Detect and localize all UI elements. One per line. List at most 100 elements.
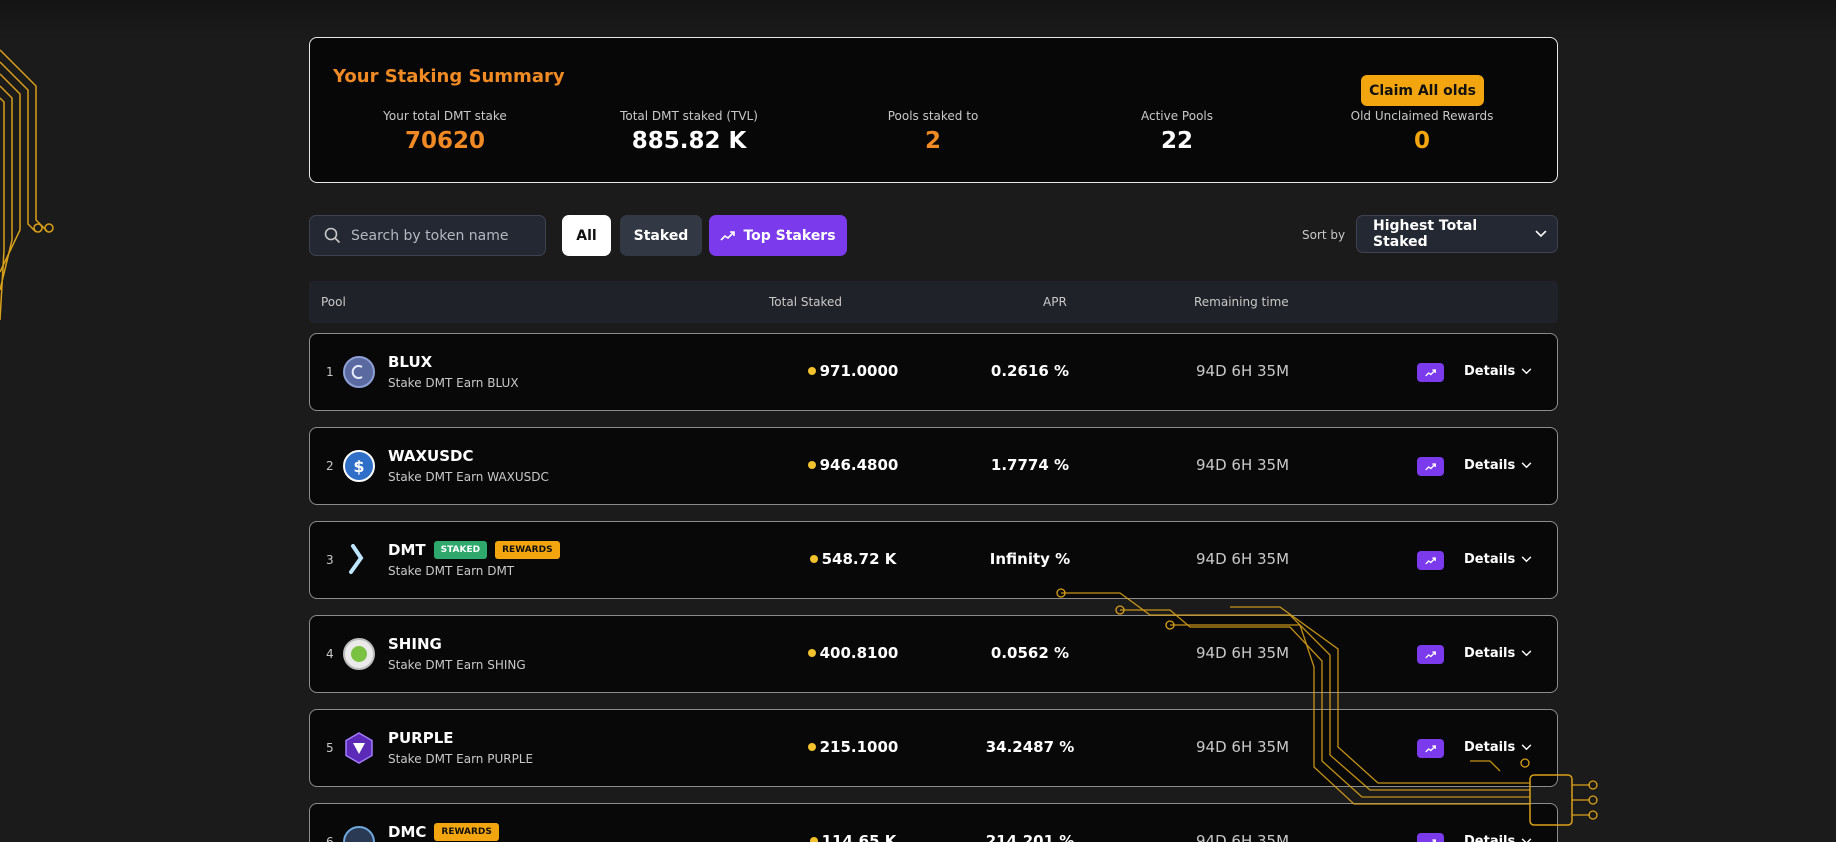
total-staked-value: 946.4800 bbox=[773, 456, 933, 474]
total-staked-text: 114.65 K bbox=[821, 832, 897, 842]
stat-label: Active Pools bbox=[1140, 109, 1213, 123]
remaining-time: 94D 6H 35M bbox=[1196, 362, 1290, 380]
rewards-badge: REWARDS bbox=[434, 823, 499, 841]
row-rank: 5 bbox=[326, 741, 334, 755]
token-name: SHING bbox=[388, 635, 442, 653]
details-toggle[interactable]: Details bbox=[1464, 646, 1532, 661]
filter-top-stakers-label: Top Stakers bbox=[743, 227, 836, 244]
coin-dot-icon bbox=[807, 367, 816, 375]
trending-up-icon bbox=[1425, 650, 1436, 658]
apr-value: 214.201 % bbox=[985, 832, 1075, 842]
claim-all-button[interactable]: Claim All olds bbox=[1361, 75, 1484, 106]
total-staked-value: 400.8100 bbox=[773, 644, 933, 662]
table-row[interactable]: 1 BLUX Stake DMT Earn BLUX 971.0000 0.26… bbox=[309, 333, 1558, 411]
token-name-text: DMT bbox=[388, 541, 426, 559]
remaining-time: 94D 6H 35M bbox=[1196, 550, 1290, 568]
stat-total-stake: Your total DMT stake 70620 bbox=[345, 109, 545, 156]
coin-dot-icon bbox=[807, 743, 816, 751]
top-stakers-row-button[interactable] bbox=[1417, 833, 1444, 842]
token-name: DMT STAKED REWARDS bbox=[388, 541, 560, 559]
apr-value: 0.2616 % bbox=[990, 362, 1070, 380]
top-stakers-row-button[interactable] bbox=[1417, 551, 1444, 570]
dmc-token-icon bbox=[343, 826, 375, 842]
stat-value: 70620 bbox=[404, 128, 486, 154]
total-staked-text: 946.4800 bbox=[819, 456, 899, 474]
main-container: Your Staking Summary Claim All olds Your… bbox=[309, 37, 1558, 842]
header-pool: Pool bbox=[321, 295, 346, 309]
header-total-staked: Total Staked bbox=[769, 295, 843, 309]
table-header: Pool Total Staked APR Remaining time bbox=[309, 281, 1558, 323]
coin-dot-icon bbox=[807, 461, 816, 469]
token-subtitle: Stake DMT Earn PURPLE bbox=[388, 752, 534, 766]
top-stakers-row-button[interactable] bbox=[1417, 363, 1444, 382]
chevron-down-icon bbox=[1535, 230, 1547, 238]
table-row[interactable]: 2 $ WAXUSDC Stake DMT Earn WAXUSDC 946.4… bbox=[309, 427, 1558, 505]
circuit-decoration-left bbox=[0, 49, 54, 321]
purple-token-icon bbox=[343, 732, 375, 764]
token-name-text: DMC bbox=[388, 823, 427, 841]
table-row[interactable]: 6 DMC REWARDS 114.65 K 214.201 % 94D 6H … bbox=[309, 803, 1558, 842]
stat-pools-staked: Pools staked to 2 bbox=[833, 109, 1033, 156]
trending-up-icon bbox=[1425, 368, 1436, 376]
token-name-text: WAXUSDC bbox=[388, 447, 474, 465]
token-name: BLUX bbox=[388, 353, 432, 371]
total-staked-text: 215.1000 bbox=[819, 738, 899, 756]
search-box[interactable] bbox=[309, 215, 546, 256]
top-stakers-row-button[interactable] bbox=[1417, 645, 1444, 664]
token-subtitle: Stake DMT Earn BLUX bbox=[388, 376, 519, 390]
row-rank: 2 bbox=[326, 459, 334, 473]
details-label: Details bbox=[1464, 646, 1516, 661]
blux-token-icon bbox=[343, 356, 375, 388]
token-subtitle: Stake DMT Earn SHING bbox=[388, 658, 526, 672]
token-name-text: SHING bbox=[388, 635, 442, 653]
trending-up-icon bbox=[1425, 556, 1436, 564]
details-toggle[interactable]: Details bbox=[1464, 834, 1532, 842]
stat-unclaimed-rewards: Old Unclaimed Rewards 0 bbox=[1322, 109, 1522, 156]
chevron-down-icon bbox=[1521, 838, 1532, 842]
token-name: PURPLE bbox=[388, 729, 454, 747]
header-remaining: Remaining time bbox=[1194, 295, 1289, 309]
top-stakers-row-button[interactable] bbox=[1417, 739, 1444, 758]
details-label: Details bbox=[1464, 834, 1516, 842]
total-staked-value: 971.0000 bbox=[773, 362, 933, 380]
trending-up-icon bbox=[1425, 744, 1436, 752]
token-subtitle: Stake DMT Earn WAXUSDC bbox=[388, 470, 549, 484]
token-subtitle: Stake DMT Earn DMT bbox=[388, 564, 515, 578]
details-toggle[interactable]: Details bbox=[1464, 458, 1532, 473]
chevron-down-icon bbox=[1521, 650, 1532, 657]
token-name: WAXUSDC bbox=[388, 447, 474, 465]
filter-all-button[interactable]: All bbox=[562, 215, 611, 256]
total-staked-text: 971.0000 bbox=[819, 362, 899, 380]
details-toggle[interactable]: Details bbox=[1464, 552, 1532, 567]
sort-label: Sort by bbox=[1302, 228, 1346, 242]
top-stakers-row-button[interactable] bbox=[1417, 457, 1444, 476]
stat-label: Old Unclaimed Rewards bbox=[1350, 109, 1494, 123]
total-staked-text: 400.8100 bbox=[819, 644, 899, 662]
dmt-token-icon bbox=[343, 544, 375, 576]
sort-selected-value: Highest Total Staked bbox=[1373, 218, 1478, 250]
stat-value: 885.82 K bbox=[631, 128, 747, 154]
search-input[interactable] bbox=[351, 227, 531, 244]
filter-toolbar: All Staked Top Stakers Sort by Highest T… bbox=[309, 215, 1558, 257]
apr-value: 34.2487 % bbox=[985, 738, 1075, 756]
details-toggle[interactable]: Details bbox=[1464, 740, 1532, 755]
sort-select[interactable]: Highest Total Staked bbox=[1356, 215, 1558, 253]
remaining-time: 94D 6H 35M bbox=[1196, 738, 1290, 756]
row-rank: 3 bbox=[326, 553, 334, 567]
shing-token-icon bbox=[343, 638, 375, 670]
table-row[interactable]: 4 SHING Stake DMT Earn SHING 400.8100 0.… bbox=[309, 615, 1558, 693]
filter-staked-button[interactable]: Staked bbox=[620, 215, 702, 256]
table-row[interactable]: 5 PURPLE Stake DMT Earn PURPLE 215.1000 … bbox=[309, 709, 1558, 787]
chevron-down-icon bbox=[1521, 744, 1532, 751]
summary-title: Your Staking Summary bbox=[333, 66, 565, 87]
trending-up-icon bbox=[1425, 462, 1436, 470]
stat-label: Pools staked to bbox=[887, 109, 979, 123]
filter-top-stakers-button[interactable]: Top Stakers bbox=[709, 215, 847, 256]
trending-up-icon bbox=[1428, 838, 1436, 842]
table-row[interactable]: 3 DMT STAKED REWARDS Stake DMT Earn DMT … bbox=[309, 521, 1558, 599]
total-staked-text: 548.72 K bbox=[821, 550, 897, 568]
details-toggle[interactable]: Details bbox=[1464, 364, 1532, 379]
trending-up-icon bbox=[720, 230, 736, 241]
remaining-time: 94D 6H 35M bbox=[1196, 456, 1290, 474]
staked-badge: STAKED bbox=[433, 541, 488, 559]
